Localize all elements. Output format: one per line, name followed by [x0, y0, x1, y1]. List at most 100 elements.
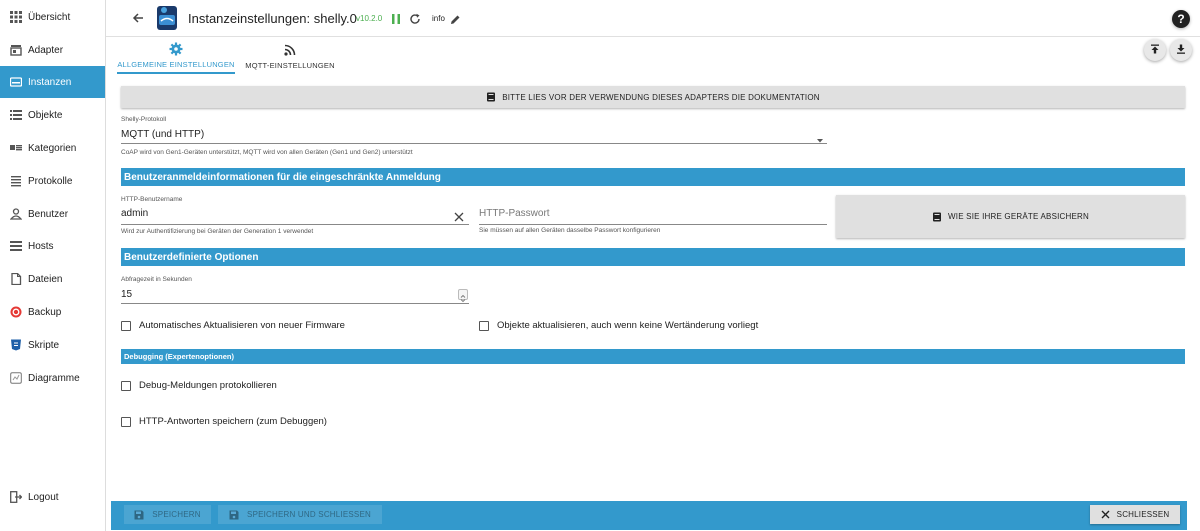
save-label: SPEICHERN [152, 510, 201, 519]
protocol-underline [121, 143, 827, 144]
sidebar-item-label: Adapter [28, 44, 64, 56]
tab-label: ALLGEMEINE EINSTELLUNGEN [117, 59, 235, 69]
update-objects-checkbox[interactable]: Objekte aktualisieren, auch wenn keine W… [479, 320, 758, 331]
sidebar-item-categories[interactable]: Kategorien [0, 132, 105, 164]
http-user-input[interactable]: admin [121, 208, 148, 219]
sidebar-item-label: Diagramme [28, 372, 80, 384]
tab-general-settings[interactable]: ALLGEMEINE EINSTELLUNGEN [117, 38, 235, 74]
checkbox-label: Objekte aktualisieren, auch wenn keine W… [497, 320, 759, 331]
tab-label: MQTT-EINSTELLUNGEN [245, 60, 335, 70]
sidebar: Übersicht Adapter Instanzen Objekte Kate… [0, 0, 106, 531]
sidebar-item-users[interactable]: Benutzer [0, 198, 105, 230]
poll-interval-label: Abfragezeit in Sekunden [121, 276, 192, 283]
clear-icon[interactable] [454, 209, 464, 222]
sidebar-item-label: Hosts [28, 240, 54, 252]
section-custom-options: Benutzerdefinierte Optionen [121, 248, 1185, 266]
sidebar-item-scripts[interactable]: Skripte [0, 329, 105, 361]
help-button[interactable]: ? [1172, 10, 1190, 28]
close-label: SCHLIESSEN [1116, 510, 1170, 519]
http-user-underline [121, 224, 469, 225]
edit-icon[interactable] [450, 12, 461, 24]
back-arrow-icon[interactable] [131, 11, 145, 25]
book-icon [932, 212, 942, 222]
store-icon [10, 44, 22, 56]
backup-icon [10, 306, 22, 318]
section-debugging: Debugging (Expertenoptionen) [121, 349, 1185, 364]
sidebar-item-diagrams[interactable]: Diagramme [0, 362, 105, 394]
sidebar-item-label: Instanzen [28, 76, 72, 88]
number-stepper[interactable] [458, 289, 468, 303]
sidebar-item-logs[interactable]: Protokolle [0, 165, 105, 197]
sidebar-item-files[interactable]: Dateien [0, 263, 105, 295]
sidebar-item-objects[interactable]: Objekte [0, 99, 105, 131]
sidebar-item-adapter[interactable]: Adapter [0, 34, 105, 66]
sidebar-item-hosts[interactable]: Hosts [0, 230, 105, 262]
debug-log-checkbox[interactable]: Debug-Meldungen protokollieren [121, 380, 277, 391]
protocol-select[interactable]: MQTT (und HTTP) [121, 129, 204, 140]
protocol-label: Shelly-Protokoll [121, 116, 167, 123]
checkbox-box[interactable] [479, 320, 489, 331]
checkbox-box[interactable] [121, 416, 131, 427]
upload-config-button[interactable] [1144, 39, 1166, 61]
upload-icon [1150, 41, 1160, 59]
save-and-close-label: SPEICHERN UND SCHLIESSEN [247, 510, 371, 519]
book-icon [486, 92, 496, 102]
sidebar-item-label: Protokolle [28, 175, 73, 187]
checkbox-box[interactable] [121, 320, 131, 331]
download-config-button[interactable] [1170, 39, 1192, 61]
logout-icon [10, 491, 22, 503]
logout-label: Logout [28, 491, 59, 503]
list-icon [10, 109, 22, 121]
loglevel-label: info [432, 14, 445, 23]
tab-mqtt-settings[interactable]: MQTT-EINSTELLUNGEN [237, 38, 343, 74]
poll-interval-input[interactable]: 15 [121, 289, 132, 300]
version-badge: v10.2.0 [356, 14, 383, 23]
http-password-help: Sie müssen auf allen Geräten dasselbe Pa… [479, 227, 661, 234]
auto-update-checkbox[interactable]: Automatisches Aktualisieren von neuer Fi… [121, 320, 345, 331]
sidebar-item-label: Dateien [28, 273, 63, 285]
chevron-down-icon[interactable] [816, 131, 824, 143]
hosts-icon [10, 240, 22, 252]
categories-icon [10, 142, 22, 154]
documentation-button[interactable]: BITTE LIES VOR DER VERWENDUNG DIESES ADA… [121, 86, 1185, 108]
http-user-help: Wird zur Authentifizierung bei Geräten d… [121, 228, 314, 235]
checkbox-label: HTTP-Antworten speichern (zum Debuggen) [139, 416, 327, 427]
save-button[interactable]: SPEICHERN [124, 505, 211, 524]
instances-icon [10, 76, 22, 88]
sidebar-item-label: Skripte [28, 339, 60, 351]
logout-button[interactable]: Logout [0, 481, 105, 513]
http-password-underline [479, 224, 827, 225]
close-button[interactable]: SCHLIESSEN [1090, 505, 1180, 524]
sidebar-item-instances[interactable]: Instanzen [0, 66, 105, 98]
checkbox-box[interactable] [121, 380, 131, 391]
sidebar-item-backup[interactable]: Backup [0, 296, 105, 328]
http-password-input[interactable]: HTTP-Passwort [479, 208, 550, 219]
gear-icon [169, 42, 183, 56]
sidebar-item-overview[interactable]: Übersicht [0, 1, 105, 33]
save-icon [134, 510, 144, 520]
secure-devices-label: WIE SIE IHRE GERÄTE ABSICHERN [948, 212, 1089, 221]
documentation-label: BITTE LIES VOR DER VERWENDUNG DIESES ADA… [502, 92, 820, 102]
download-icon [1176, 41, 1186, 59]
log-icon [10, 175, 22, 187]
rss-icon [283, 43, 297, 57]
grid-icon [10, 11, 22, 23]
user-icon [10, 208, 22, 220]
secure-devices-button[interactable]: WIE SIE IHRE GERÄTE ABSICHERN [836, 195, 1185, 238]
close-icon [1101, 510, 1110, 519]
page-title: Instanzeinstellungen: shelly.0 [188, 11, 357, 26]
protocol-help: CoAP wird von Gen1-Geräten unterstützt, … [121, 149, 413, 156]
file-icon [10, 273, 22, 285]
pause-icon[interactable] [390, 12, 402, 24]
http-user-label: HTTP-Benutzername [121, 196, 183, 203]
save-http-checkbox[interactable]: HTTP-Antworten speichern (zum Debuggen) [121, 416, 327, 427]
save-and-close-button[interactable]: SPEICHERN UND SCHLIESSEN [218, 505, 382, 524]
sidebar-item-label: Kategorien [28, 142, 77, 154]
sidebar-item-label: Benutzer [28, 208, 69, 220]
sidebar-item-label: Backup [28, 306, 62, 318]
reload-icon[interactable] [409, 12, 421, 24]
sidebar-item-label: Objekte [28, 109, 63, 121]
checkbox-label: Automatisches Aktualisieren von neuer Fi… [139, 320, 345, 331]
checkbox-label: Debug-Meldungen protokollieren [139, 380, 277, 391]
scripts-icon [10, 339, 22, 351]
